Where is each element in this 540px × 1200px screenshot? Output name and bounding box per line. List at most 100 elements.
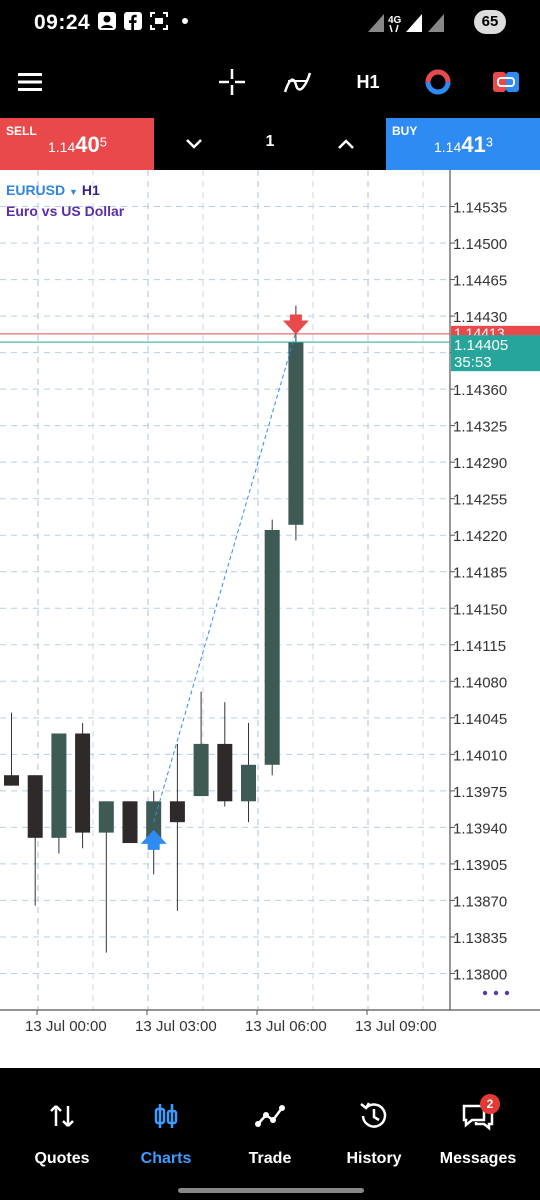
candle-body — [51, 733, 67, 838]
volume-control: 1 — [154, 118, 386, 170]
screenshot-icon — [150, 12, 168, 30]
nav-label: History — [346, 1150, 402, 1167]
y-tick-label: 1.14255 — [453, 492, 507, 509]
sell-price-prefix: 1.14 — [48, 139, 76, 155]
indicator-icon — [283, 72, 312, 93]
candle-body — [27, 775, 43, 838]
y-tick-label: 1.13800 — [453, 966, 507, 983]
y-tick-label: 1.14220 — [453, 528, 507, 545]
increase-volume-button[interactable] — [334, 132, 358, 156]
candle-body — [264, 530, 280, 765]
candle-body — [217, 743, 233, 802]
sell-label: SELL — [6, 124, 37, 138]
one-click-trade-panel: SELL 1.14405 1 BUY 1.14413 — [0, 118, 540, 170]
candle-body — [288, 342, 304, 525]
buy-button[interactable]: BUY 1.14413 — [386, 118, 540, 170]
y-tick-label: 1.14290 — [453, 455, 507, 472]
y-tick-label: 1.13870 — [453, 893, 507, 910]
x-tick-label: 13 Jul 09:00 — [355, 1018, 437, 1035]
bottom-navigation: Quotes Charts Trade History Messages — [0, 1068, 540, 1200]
nav-trade[interactable]: Trade — [216, 1088, 324, 1178]
network-type: 4G — [388, 15, 402, 26]
quotes-icon — [50, 1105, 74, 1127]
buy-price: 1.14413 — [434, 132, 493, 158]
y-tick-label: 1.14115 — [453, 638, 506, 655]
y-tick-label: 1.13905 — [453, 857, 507, 874]
network-signal: 4G — [366, 10, 466, 34]
new-order-icon — [493, 72, 519, 92]
bar-countdown-label: 35:53 — [454, 354, 492, 371]
chart-symbol[interactable]: EURUSD ▼ H1 — [6, 182, 100, 198]
facebook-icon — [124, 12, 142, 30]
nav-label: Trade — [248, 1150, 292, 1167]
nav-label: Quotes — [34, 1150, 90, 1167]
y-tick-label: 1.14010 — [453, 747, 507, 764]
nav-label: Charts — [140, 1150, 192, 1167]
charts-icon — [154, 1104, 178, 1128]
candle-body — [75, 733, 91, 833]
person-icon — [98, 12, 116, 30]
candlestick-chart[interactable]: 1.145351.145001.144651.144301.143951.143… — [0, 170, 540, 1068]
dot-icon — [176, 12, 194, 30]
x-tick-label: 13 Jul 00:00 — [25, 1018, 107, 1035]
candle-body — [169, 801, 185, 823]
symbol-name: EURUSD — [6, 182, 66, 198]
bid-price-label: 1.14405 — [454, 337, 508, 354]
menu-button[interactable] — [10, 62, 50, 102]
x-tick-label: 13 Jul 03:00 — [135, 1018, 217, 1035]
sell-price-big: 40 — [75, 132, 100, 157]
price-chart[interactable]: 1.145351.145001.144651.144301.143951.143… — [0, 170, 540, 1068]
y-tick-label: 1.14150 — [453, 601, 507, 618]
status-bar: 09:24 4G 65 — [0, 0, 540, 48]
y-tick-label: 1.13835 — [453, 930, 507, 947]
new-order-button[interactable] — [486, 62, 526, 102]
y-tick-label: 1.14045 — [453, 711, 507, 728]
one-click-trading-icon — [425, 69, 451, 95]
hamburger-icon — [18, 73, 42, 91]
candle-body — [241, 764, 256, 802]
candle-body — [122, 801, 138, 844]
symbol-description: Euro vs US Dollar — [6, 203, 125, 219]
y-tick-label: 1.14360 — [453, 382, 507, 399]
y-tick-label: 1.13975 — [453, 784, 507, 801]
buy-label: BUY — [392, 124, 418, 138]
sell-price: 1.14405 — [48, 132, 107, 158]
status-notification-icons — [98, 12, 194, 30]
chart-timeframe: H1 — [81, 182, 100, 198]
y-tick-label: 1.14430 — [453, 309, 507, 326]
candle-body — [4, 775, 19, 786]
sell-price-sup: 5 — [99, 134, 107, 150]
timeframe-button[interactable]: H1 — [348, 62, 388, 102]
home-indicator[interactable] — [178, 1188, 364, 1193]
candle-body — [193, 743, 209, 797]
y-tick-label: 1.14465 — [453, 273, 507, 290]
nav-charts[interactable]: Charts — [112, 1088, 220, 1178]
messages-badge: 2 — [480, 1094, 500, 1114]
indicators-button[interactable] — [278, 62, 318, 102]
history-icon — [360, 1102, 387, 1128]
chevron-up-icon — [338, 139, 354, 149]
timeframe-label: H1 — [356, 71, 380, 92]
crosshair-button[interactable] — [212, 62, 252, 102]
more-options-dot — [493, 990, 499, 996]
y-tick-label: 1.14500 — [453, 236, 507, 253]
battery-indicator: 65 — [474, 10, 506, 34]
crosshair-icon — [219, 69, 245, 95]
more-options-dot — [504, 990, 510, 996]
buy-price-sup: 3 — [485, 134, 493, 150]
trade-icon — [255, 1105, 285, 1127]
chart-toolbar: H1 — [0, 48, 540, 118]
y-tick-label: 1.14535 — [453, 200, 507, 217]
y-tick-label: 1.14185 — [453, 565, 507, 582]
nav-quotes[interactable]: Quotes — [8, 1088, 116, 1178]
symbol-dropdown-icon: ▼ — [69, 187, 78, 197]
nav-history[interactable]: History — [320, 1088, 428, 1178]
y-tick-label: 1.13940 — [453, 820, 507, 837]
sell-button[interactable]: SELL 1.14405 — [0, 118, 154, 170]
one-click-trading-button[interactable] — [418, 62, 458, 102]
buy-entry-arrow — [140, 829, 167, 850]
nav-messages[interactable]: Messages — [424, 1088, 532, 1178]
nav-label: Messages — [439, 1150, 517, 1167]
buy-price-prefix: 1.14 — [434, 139, 462, 155]
candle-body — [98, 801, 114, 833]
